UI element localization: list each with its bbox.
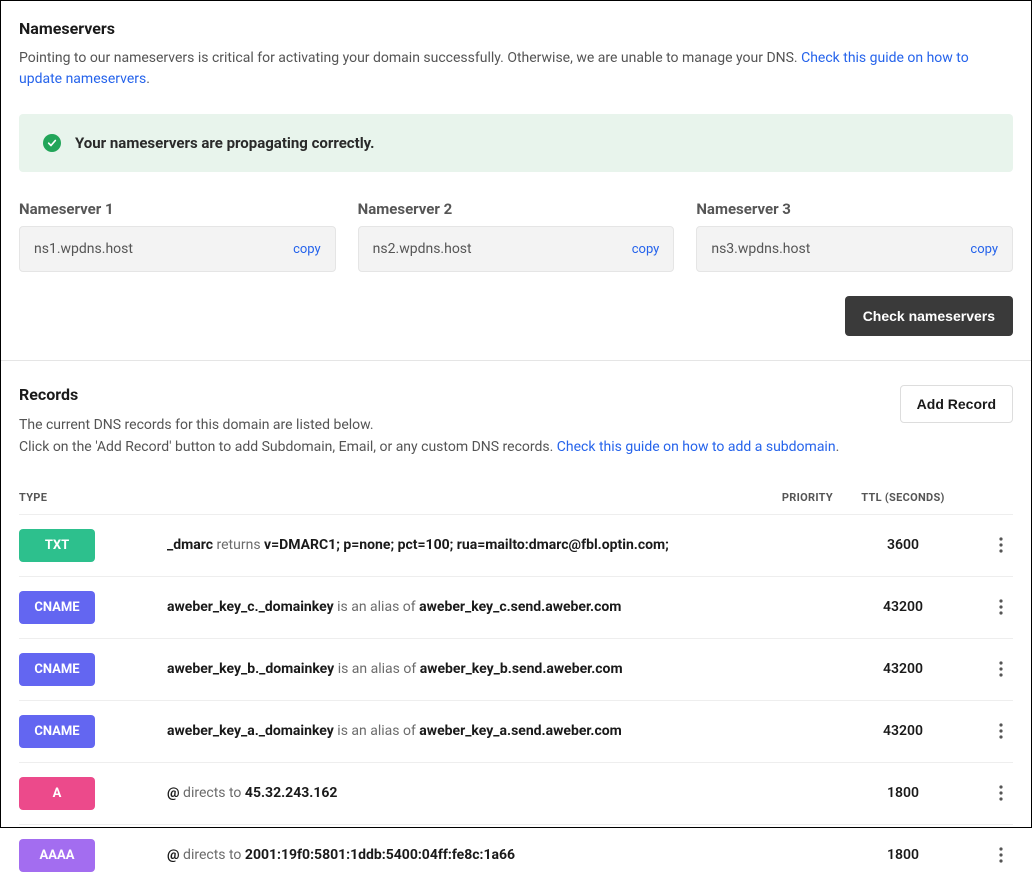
- record-ttl: 3600: [833, 537, 973, 553]
- records-desc-line2-suffix: .: [836, 439, 840, 455]
- status-text: Your nameservers are propagating correct…: [75, 134, 375, 152]
- add-record-button[interactable]: Add Record: [900, 385, 1013, 423]
- kebab-menu-icon[interactable]: [989, 843, 1013, 867]
- copy-link[interactable]: copy: [970, 242, 998, 257]
- nameservers-desc: Pointing to our nameservers is critical …: [19, 48, 1013, 90]
- record-content: @ directs to 45.32.243.162: [131, 785, 753, 801]
- nameserver-value: ns3.wpdns.host: [711, 241, 810, 257]
- table-row: CNAME aweber_key_a._domainkey is an alia…: [19, 700, 1013, 762]
- check-nameservers-button[interactable]: Check nameservers: [845, 296, 1013, 336]
- header-type: TYPE: [19, 491, 131, 504]
- table-row: CNAME aweber_key_c._domainkey is an alia…: [19, 576, 1013, 638]
- kebab-menu-icon[interactable]: [989, 781, 1013, 805]
- record-ttl: 1800: [833, 847, 973, 863]
- record-type-badge: CNAME: [19, 653, 95, 686]
- header-priority: PRIORITY: [753, 491, 833, 504]
- kebab-menu-icon[interactable]: [989, 657, 1013, 681]
- nameserver-label: Nameserver 1: [19, 200, 336, 218]
- record-content: aweber_key_b._domainkey is an alias of a…: [131, 661, 753, 677]
- nameserver-box: ns3.wpdns.host copy: [696, 226, 1013, 272]
- nameserver-col-2: Nameserver 2 ns2.wpdns.host copy: [358, 200, 675, 272]
- table-row: CNAME aweber_key_b._domainkey is an alia…: [19, 638, 1013, 700]
- copy-link[interactable]: copy: [293, 242, 321, 257]
- nameserver-value: ns2.wpdns.host: [373, 241, 472, 257]
- nameserver-box: ns1.wpdns.host copy: [19, 226, 336, 272]
- kebab-menu-icon[interactable]: [989, 719, 1013, 743]
- status-banner: Your nameservers are propagating correct…: [19, 114, 1013, 172]
- record-content: @ directs to 2001:19f0:5801:1ddb:5400:04…: [131, 847, 753, 863]
- records-desc-line1: The current DNS records for this domain …: [19, 414, 839, 436]
- record-content: aweber_key_c._domainkey is an alias of a…: [131, 599, 753, 615]
- nameservers-title: Nameservers: [19, 19, 1013, 38]
- record-ttl: 43200: [833, 723, 973, 739]
- table-row: A @ directs to 45.32.243.162 1800: [19, 762, 1013, 824]
- record-ttl: 43200: [833, 599, 973, 615]
- record-type-badge: CNAME: [19, 591, 95, 624]
- nameserver-grid: Nameserver 1 ns1.wpdns.host copy Nameser…: [19, 200, 1013, 272]
- record-type-badge: AAAA: [19, 839, 95, 872]
- nameserver-value: ns1.wpdns.host: [34, 241, 133, 257]
- record-type-badge: CNAME: [19, 715, 95, 748]
- record-content: aweber_key_a._domainkey is an alias of a…: [131, 723, 753, 739]
- records-table-header: TYPE PRIORITY TTL (SECONDS): [19, 483, 1013, 514]
- nameserver-col-1: Nameserver 1 ns1.wpdns.host copy: [19, 200, 336, 272]
- header-ttl: TTL (SECONDS): [833, 491, 973, 504]
- nameservers-section: Nameservers Pointing to our nameservers …: [19, 19, 1013, 336]
- copy-link[interactable]: copy: [632, 242, 660, 257]
- record-type-badge: A: [19, 777, 95, 810]
- records-section: Records The current DNS records for this…: [19, 361, 1013, 886]
- nameservers-desc-text: Pointing to our nameservers is critical …: [19, 50, 801, 66]
- kebab-menu-icon[interactable]: [989, 533, 1013, 557]
- record-type-badge: TXT: [19, 529, 95, 562]
- nameserver-label: Nameserver 2: [358, 200, 675, 218]
- record-ttl: 1800: [833, 785, 973, 801]
- table-row: TXT _dmarc returns v=DMARC1; p=none; pct…: [19, 514, 1013, 576]
- table-row: AAAA @ directs to 2001:19f0:5801:1ddb:54…: [19, 824, 1013, 886]
- nameserver-label: Nameserver 3: [696, 200, 1013, 218]
- records-subdomain-guide-link[interactable]: Check this guide on how to add a subdoma…: [557, 439, 836, 455]
- records-title: Records: [19, 385, 839, 404]
- record-ttl: 43200: [833, 661, 973, 677]
- nameserver-col-3: Nameserver 3 ns3.wpdns.host copy: [696, 200, 1013, 272]
- nameserver-box: ns2.wpdns.host copy: [358, 226, 675, 272]
- records-desc-line2-prefix: Click on the 'Add Record' button to add …: [19, 439, 557, 455]
- checkmark-icon: [43, 134, 61, 152]
- record-content: _dmarc returns v=DMARC1; p=none; pct=100…: [131, 537, 753, 553]
- records-table-body: TXT _dmarc returns v=DMARC1; p=none; pct…: [19, 514, 1013, 886]
- kebab-menu-icon[interactable]: [989, 595, 1013, 619]
- nameservers-desc-suffix: .: [146, 71, 150, 87]
